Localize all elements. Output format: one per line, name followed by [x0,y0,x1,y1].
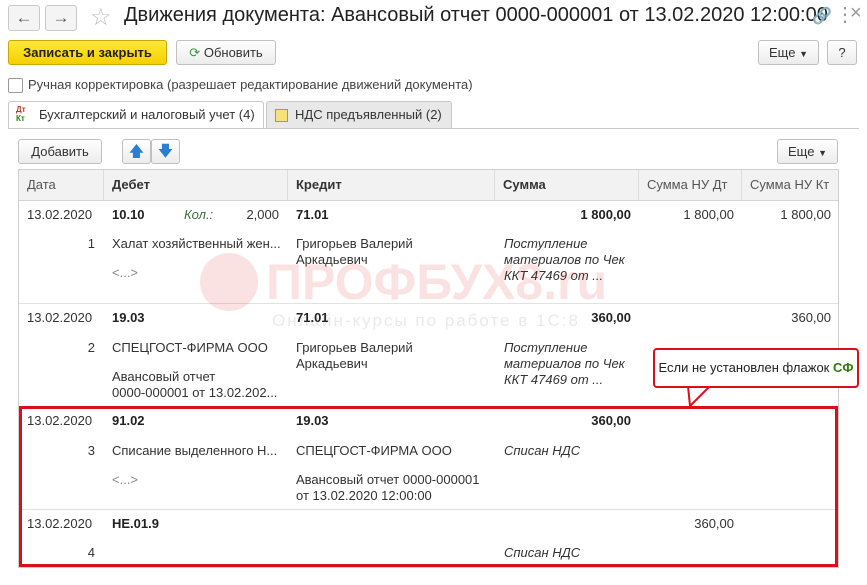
link-icon[interactable]: 🔗 [812,6,832,26]
content-2: материалов по Чек [504,252,625,267]
debit-subconto-1: СПЕЦГОСТ-ФИРМА ООО [112,340,268,355]
star-icon[interactable]: ☆ [90,3,112,32]
help-button[interactable]: ? [827,40,857,65]
col-nu-kt[interactable]: Сумма НУ Кт [742,170,838,200]
more-button[interactable]: Еще ▼ [758,40,819,65]
sum-nu-kt: 1 800,00 [780,207,831,222]
refresh-button[interactable]: ⟳ Обновить [176,40,276,65]
move-down-button[interactable]: 🡇 [151,139,180,164]
sum: 360,00 [591,310,631,325]
content-1: Поступление [504,340,588,355]
col-date[interactable]: Дата [19,170,104,200]
sum-nu-dt: 1 800,00 [683,207,734,222]
debit-subconto-3: 0000-000001 от 13.02.202... [112,385,278,400]
debit-subconto-2: Авансовый отчет [112,369,216,384]
row-divider [19,303,838,304]
sum-nu-kt: 360,00 [791,310,831,325]
tab-accounting-label: Бухгалтерский и налоговый учет (4) [39,107,255,122]
arrow-right-icon: → [52,8,70,27]
callout-note: Если не установлен флажок СФ [653,348,859,388]
more-label: Еще [769,45,796,60]
tab-accounting[interactable]: Дт Кт Бухгалтерский и налоговый учет (4) [8,101,264,129]
arrow-left-icon: ← [15,8,33,27]
row-date: 13.02.2020 [27,207,93,222]
col-credit[interactable]: Кредит [288,170,495,200]
sum: 1 800,00 [580,207,631,222]
refresh-label: Обновить [203,45,263,60]
caret-down-icon: ▼ [818,148,827,158]
debit-subconto-1: Халат хозяйственный жен... [112,236,281,251]
content-1: Поступление [504,236,588,251]
quantity-label: Кол.: [184,207,214,222]
arrow-up-icon: 🡅 [128,143,145,160]
manual-correction-checkbox[interactable] [8,78,23,93]
debit-account: 10.10 [112,207,145,222]
debit-subconto-2: <...> [112,265,139,280]
callout-highlight: СФ [833,360,854,375]
col-debit[interactable]: Дебет [104,170,288,200]
arrow-down-icon: 🡇 [157,143,174,160]
callout-text: Если не установлен флажок [658,360,830,375]
dt-kt-icon: Дт Кт [16,105,26,123]
col-nu-dt[interactable]: Сумма НУ Дт [639,170,742,200]
row-date: 13.02.2020 [27,310,93,325]
add-button[interactable]: Добавить [18,139,102,164]
register-icon [275,109,288,122]
quantity-value: 2,000 [246,207,279,222]
credit-subconto-1: Григорьев Валерий [296,236,413,251]
credit-subconto-2: Аркадьевич [296,252,368,267]
content-3: ККТ 47469 от ... [504,372,604,387]
credit-subconto-2: Аркадьевич [296,356,368,371]
credit-account: 71.01 [296,310,329,325]
table-more-label: Еще [788,144,815,159]
tab-vat-label: НДС предъявленный (2) [295,107,442,122]
credit-account: 71.01 [296,207,329,222]
col-sum[interactable]: Сумма [495,170,639,200]
save-close-button[interactable]: Записать и закрыть [8,40,167,65]
row-number: 2 [87,340,95,355]
tab-divider [8,128,859,129]
tab-vat[interactable]: НДС предъявленный (2) [266,101,452,129]
caret-down-icon: ▼ [799,49,808,59]
row-number: 1 [87,236,95,251]
manual-correction-label: Ручная корректировка (разрешает редактир… [28,77,473,92]
back-button[interactable]: ← [8,5,40,31]
refresh-icon: ⟳ [189,45,201,60]
forward-button[interactable]: → [45,5,77,31]
table-header: Дата Дебет Кредит Сумма Сумма НУ Дт Сумм… [19,170,838,201]
content-3: ККТ 47469 от ... [504,268,604,283]
content-2: материалов по Чек [504,356,625,371]
credit-subconto-1: Григорьев Валерий [296,340,413,355]
table-more-button[interactable]: Еще ▼ [777,139,838,164]
highlight-frame [19,406,838,567]
debit-account: 19.03 [112,310,145,325]
move-up-button[interactable]: 🡅 [122,139,151,164]
window-title: Движения документа: Авансовый отчет 0000… [124,4,828,26]
close-icon[interactable]: × [850,2,862,25]
